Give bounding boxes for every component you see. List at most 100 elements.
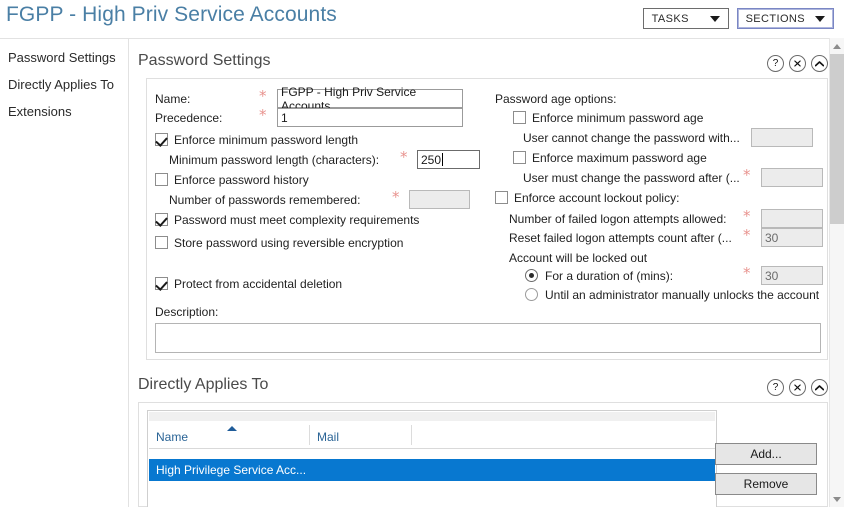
minimum-password-age-input[interactable] xyxy=(751,128,813,147)
name-label: Name: xyxy=(155,92,191,106)
failed-logon-attempts-input[interactable] xyxy=(761,209,823,228)
reset-failed-logon-count-label: Reset failed logon attempts count after … xyxy=(509,231,732,245)
enforce-account-lockout-policy-checkbox[interactable] xyxy=(495,191,508,204)
sidebar-divider xyxy=(128,38,129,507)
passwords-remembered-input[interactable] xyxy=(409,190,470,209)
add-button[interactable]: Add... xyxy=(715,443,817,465)
enforce-minimum-password-age-label: Enforce minimum password age xyxy=(532,111,704,125)
help-glyph: ? xyxy=(772,381,779,393)
minimum-password-length-input[interactable]: 250 xyxy=(417,150,480,169)
required-asterisk-icon: * xyxy=(392,188,400,206)
chevron-up-icon[interactable] xyxy=(811,379,828,396)
add-button-label: Add... xyxy=(750,447,782,461)
lockout-manual-unlock-radio[interactable] xyxy=(525,288,538,301)
reset-failed-logon-count-input[interactable]: 30 xyxy=(761,228,823,247)
enforce-minimum-password-age-checkbox[interactable] xyxy=(513,111,526,124)
enforce-maximum-password-age-label: Enforce maximum password age xyxy=(532,151,707,165)
lockout-duration-radio[interactable] xyxy=(525,269,538,282)
required-asterisk-icon: * xyxy=(259,106,267,124)
description-label: Description: xyxy=(155,305,219,319)
row-name-cell: High Privilege Service Acc... xyxy=(156,463,307,477)
chevron-down-icon xyxy=(833,496,841,502)
scrollbar-thumb[interactable] xyxy=(830,54,844,224)
lockout-duration-input[interactable]: 30 xyxy=(761,266,823,285)
column-header-mail[interactable]: Mail xyxy=(317,430,339,444)
sort-ascending-icon xyxy=(227,426,237,431)
help-icon[interactable]: ? xyxy=(767,379,784,396)
description-textarea[interactable] xyxy=(155,323,821,353)
tasks-button-label: TASKS xyxy=(651,12,689,25)
lockout-manual-unlock-label: Until an administrator manually unlocks … xyxy=(545,288,820,302)
scrollbar-up-button[interactable] xyxy=(830,38,844,54)
required-asterisk-icon: * xyxy=(259,87,267,105)
remove-button[interactable]: Remove xyxy=(715,473,817,495)
reversible-encryption-checkbox[interactable] xyxy=(155,236,168,249)
close-icon[interactable] xyxy=(789,379,806,396)
enforce-password-history-checkbox[interactable] xyxy=(155,173,168,186)
password-complexity-checkbox[interactable] xyxy=(155,213,168,226)
chevron-down-icon xyxy=(815,15,825,22)
name-input[interactable]: FGPP - High Priv Service Accounts xyxy=(277,85,463,113)
sidebar-item-extensions[interactable]: Extensions xyxy=(0,98,128,125)
failed-logon-attempts-label: Number of failed logon attempts allowed: xyxy=(509,212,727,226)
lockout-duration-value: 30 xyxy=(765,268,779,283)
precedence-input[interactable]: 1 xyxy=(277,108,463,127)
scrollbar-down-button[interactable] xyxy=(830,491,844,507)
column-header-name[interactable]: Name xyxy=(156,430,188,444)
navigation-sidebar: Password Settings Directly Applies To Ex… xyxy=(0,44,128,125)
precedence-input-value: 1 xyxy=(281,110,288,125)
title-bar: FGPP - High Priv Service Accounts TASKS … xyxy=(0,0,844,38)
members-list[interactable]: Name Mail High Privilege Service Acc... xyxy=(147,410,717,507)
chevron-down-icon xyxy=(709,15,720,22)
maximum-password-age-input[interactable] xyxy=(761,168,823,187)
password-settings-heading: Password Settings xyxy=(138,52,271,69)
sidebar-item-password-settings[interactable]: Password Settings xyxy=(0,44,128,71)
enforce-account-lockout-policy-label: Enforce account lockout policy: xyxy=(514,191,680,205)
required-asterisk-icon: * xyxy=(743,166,751,184)
list-column-headers: Name Mail xyxy=(149,421,715,449)
chevron-up-icon[interactable] xyxy=(811,55,828,72)
sidebar-item-directly-applies-to[interactable]: Directly Applies To xyxy=(0,71,128,98)
help-glyph: ? xyxy=(772,57,779,69)
text-cursor xyxy=(442,153,444,166)
sidebar-item-label: Password Settings xyxy=(8,50,116,65)
sections-dropdown-button[interactable]: SECTIONS xyxy=(736,8,834,29)
page-scrollbar[interactable] xyxy=(829,38,844,507)
fgpp-properties-window: FGPP - High Priv Service Accounts TASKS … xyxy=(0,0,844,507)
sidebar-item-label: Extensions xyxy=(8,104,72,119)
required-asterisk-icon: * xyxy=(743,207,751,225)
column-divider[interactable] xyxy=(309,425,310,445)
enforce-maximum-password-age-checkbox[interactable] xyxy=(513,151,526,164)
sections-button-label: SECTIONS xyxy=(745,12,805,25)
required-asterisk-icon: * xyxy=(743,264,751,282)
minimum-password-length-label: Minimum password length (characters): xyxy=(169,153,380,167)
table-row[interactable]: High Privilege Service Acc... xyxy=(149,459,715,481)
tasks-dropdown-button[interactable]: TASKS xyxy=(642,8,729,29)
protect-accidental-deletion-label: Protect from accidental deletion xyxy=(174,277,343,291)
reversible-encryption-label: Store password using reversible encrypti… xyxy=(174,236,404,250)
precedence-label: Precedence: xyxy=(155,111,223,125)
lockout-duration-label: For a duration of (mins): xyxy=(545,269,674,283)
password-settings-section-controls: ? xyxy=(767,55,828,72)
maximum-password-age-value-label: User must change the password after (... xyxy=(523,171,740,185)
enforce-minimum-password-length-label: Enforce minimum password length xyxy=(174,133,359,147)
column-divider[interactable] xyxy=(411,425,412,445)
chevron-up-icon xyxy=(833,43,841,49)
directly-applies-to-heading: Directly Applies To xyxy=(138,376,269,393)
enforce-minimum-password-length-checkbox[interactable] xyxy=(155,133,168,146)
minimum-password-age-value-label: User cannot change the password with... xyxy=(523,131,740,145)
remove-button-label: Remove xyxy=(743,477,789,491)
account-locked-out-label: Account will be locked out xyxy=(509,251,648,265)
reset-failed-logon-count-value: 30 xyxy=(765,230,779,245)
directly-applies-to-panel: Name Mail High Privilege Service Acc... … xyxy=(138,402,828,507)
passwords-remembered-label: Number of passwords remembered: xyxy=(169,193,361,207)
protect-accidental-deletion-checkbox[interactable] xyxy=(155,277,168,290)
minimum-password-length-value: 250 xyxy=(421,152,442,167)
required-asterisk-icon: * xyxy=(400,148,408,166)
close-icon[interactable] xyxy=(789,55,806,72)
page-title: FGPP - High Priv Service Accounts xyxy=(6,3,337,26)
password-settings-panel: Name: * FGPP - High Priv Service Account… xyxy=(146,78,828,360)
directly-applies-to-section-controls: ? xyxy=(767,379,828,396)
help-icon[interactable]: ? xyxy=(767,55,784,72)
password-age-options-label: Password age options: xyxy=(495,92,617,106)
